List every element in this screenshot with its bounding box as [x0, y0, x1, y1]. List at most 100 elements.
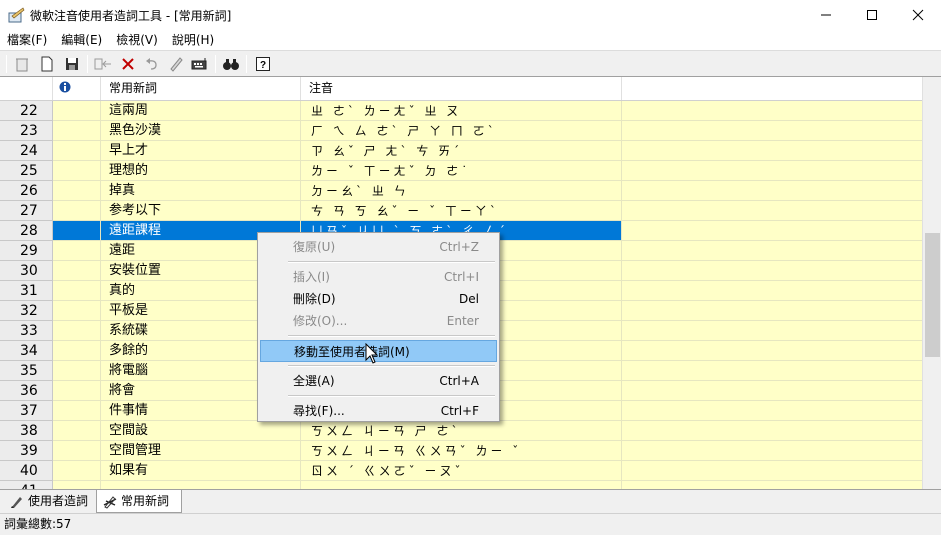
- find-icon[interactable]: [221, 54, 241, 74]
- table-row[interactable]: 41: [0, 481, 922, 489]
- row-number[interactable]: 38: [0, 421, 53, 441]
- row-number[interactable]: 35: [0, 361, 53, 381]
- row-empty-cell: [622, 241, 922, 261]
- table-row[interactable]: 38 空間設 ㄎㄨㄥ ㄐㄧㄢ ㄕ ㄜˋ: [0, 421, 922, 441]
- menu-file[interactable]: 檔案(F): [0, 30, 54, 50]
- menu-help[interactable]: 說明(H): [165, 30, 221, 50]
- row-number[interactable]: 39: [0, 441, 53, 461]
- row-number[interactable]: 33: [0, 321, 53, 341]
- row-number[interactable]: 34: [0, 341, 53, 361]
- table-row[interactable]: 23 黑色沙漠ㄏ ㄟ ㄙ ㄜˋ ㄕ ㄚ ㄇ ㄛˋ: [0, 121, 922, 141]
- menu-edit[interactable]: 編輯(E): [54, 30, 109, 50]
- row-info-cell: [53, 241, 101, 261]
- row-word-cell[interactable]: 理想的: [101, 161, 301, 181]
- row-info-cell: [53, 301, 101, 321]
- menu-item-label: 復原(U): [293, 240, 336, 254]
- row-number[interactable]: 25: [0, 161, 53, 181]
- row-word-cell[interactable]: 空間管理: [101, 441, 301, 461]
- table-row[interactable]: 39 空間管理 ㄎㄨㄥ ㄐㄧㄢ ㄍㄨㄢˇ ㄌㄧ ˇ: [0, 441, 922, 461]
- scrollbar-thumb[interactable]: [925, 233, 940, 357]
- row-number[interactable]: 23: [0, 121, 53, 141]
- row-zhuyin-cell[interactable]: ㄎㄨㄥ ㄐㄧㄢ ㄍㄨㄢˇ ㄌㄧ ˇ: [301, 441, 622, 461]
- tab-common-words[interactable]: 常用新詞: [96, 490, 182, 513]
- row-zhuyin-cell[interactable]: ㄓ ㄜˋ ㄌㄧㄤˇ ㄓ ㄡ: [301, 101, 622, 121]
- header-info[interactable]: [53, 77, 101, 100]
- maximize-button[interactable]: [849, 0, 895, 30]
- row-zhuyin-cell[interactable]: ㄉㄧㄠˋ ㄓ ㄣ: [301, 181, 622, 201]
- row-empty-cell: [622, 161, 922, 181]
- row-number[interactable]: 27: [0, 201, 53, 221]
- menu-item-shortcut: Ctrl+Z: [439, 240, 479, 254]
- context-menu-item[interactable]: 尋找(F)... Ctrl+F: [260, 400, 497, 422]
- context-menu-item[interactable]: 修改(O)... Enter: [260, 310, 497, 332]
- help-icon[interactable]: ?: [253, 54, 273, 74]
- header-zhuyin[interactable]: 注音: [301, 77, 622, 100]
- menu-item-shortcut: Enter: [446, 314, 479, 328]
- row-word-cell[interactable]: 黑色沙漠: [101, 121, 301, 141]
- title-bar: 微軟注音使用者造詞工具 - [常用新詞]: [0, 0, 941, 30]
- row-word-cell[interactable]: 参考以下: [101, 201, 301, 221]
- delete-doc-icon[interactable]: [12, 54, 32, 74]
- table-row[interactable]: 40 如果有 ㄖㄨ ˊ ㄍㄨㄛˇ ㄧㄡˇ: [0, 461, 922, 481]
- row-number[interactable]: 24: [0, 141, 53, 161]
- table-row[interactable]: 25 理想的 ㄌㄧ ˇ ㄒㄧㄤˇ ㄉ ㄜ˙: [0, 161, 922, 181]
- row-number[interactable]: 26: [0, 181, 53, 201]
- row-number[interactable]: 31: [0, 281, 53, 301]
- row-number[interactable]: 41: [0, 481, 53, 489]
- row-number[interactable]: 37: [0, 401, 53, 421]
- vertical-scrollbar[interactable]: [922, 77, 941, 489]
- row-word-cell[interactable]: [101, 481, 301, 489]
- row-word-cell[interactable]: 這兩周: [101, 101, 301, 121]
- menu-bar: 檔案(F) 編輯(E) 檢視(V) 說明(H): [0, 30, 941, 50]
- row-word-cell[interactable]: 掉真: [101, 181, 301, 201]
- minimize-button[interactable]: [803, 0, 849, 30]
- row-word-cell[interactable]: 如果有: [101, 461, 301, 481]
- table-row[interactable]: 26 掉真 ㄉㄧㄠˋ ㄓ ㄣ: [0, 181, 922, 201]
- context-menu-item[interactable]: 全選(A) Ctrl+A: [260, 370, 497, 392]
- save-icon[interactable]: [62, 54, 82, 74]
- row-empty-cell: [622, 381, 922, 401]
- row-number[interactable]: 32: [0, 301, 53, 321]
- row-word-cell[interactable]: 早上才: [101, 141, 301, 161]
- row-zhuyin-cell[interactable]: ㄘ ㄢ ㄎ ㄠˇ ㄧ ˇ ㄒㄧㄚˋ: [301, 201, 622, 221]
- tab-user-words[interactable]: 使用者造詞: [4, 490, 94, 512]
- row-empty-cell: [622, 201, 922, 221]
- row-info-cell: [53, 281, 101, 301]
- row-number[interactable]: 40: [0, 461, 53, 481]
- row-number[interactable]: 28: [0, 221, 53, 241]
- row-zhuyin-cell[interactable]: ㄗ ㄠˇ ㄕ ㄤˋ ㄘ ㄞˊ: [301, 141, 622, 161]
- keyboard-icon[interactable]: [190, 54, 210, 74]
- grid-header: 常用新詞 注音: [0, 77, 922, 101]
- row-number[interactable]: 36: [0, 381, 53, 401]
- menu-view[interactable]: 檢視(V): [109, 30, 165, 50]
- row-zhuyin-cell[interactable]: ㄌㄧ ˇ ㄒㄧㄤˇ ㄉ ㄜ˙: [301, 161, 622, 181]
- row-info-cell: [53, 261, 101, 281]
- import-icon[interactable]: [93, 54, 113, 74]
- context-menu-item[interactable]: 刪除(D) Del: [260, 288, 497, 310]
- row-number[interactable]: 29: [0, 241, 53, 261]
- table-row[interactable]: 27 参考以下ㄘ ㄢ ㄎ ㄠˇ ㄧ ˇ ㄒㄧㄚˋ: [0, 201, 922, 221]
- row-number[interactable]: 30: [0, 261, 53, 281]
- row-zhuyin-cell[interactable]: ㄖㄨ ˊ ㄍㄨㄛˇ ㄧㄡˇ: [301, 461, 622, 481]
- row-zhuyin-cell[interactable]: [301, 481, 622, 489]
- menu-item-shortcut: Ctrl+I: [444, 270, 479, 284]
- table-row[interactable]: 22 這兩周ㄓ ㄜˋ ㄌㄧㄤˇ ㄓ ㄡ: [0, 101, 922, 121]
- row-empty-cell: [622, 361, 922, 381]
- status-bar: 詞彙總數:57: [0, 513, 941, 535]
- new-doc-icon[interactable]: [37, 54, 57, 74]
- row-empty-cell: [622, 461, 922, 481]
- undo-icon[interactable]: [142, 54, 162, 74]
- row-info-cell: [53, 161, 101, 181]
- table-row[interactable]: 24 早上才ㄗ ㄠˇ ㄕ ㄤˋ ㄘ ㄞˊ: [0, 141, 922, 161]
- toolbar-grip: [6, 55, 7, 73]
- context-menu-item[interactable]: 插入(I) Ctrl+I: [260, 266, 497, 288]
- row-zhuyin-cell[interactable]: ㄏ ㄟ ㄙ ㄜˋ ㄕ ㄚ ㄇ ㄛˋ: [301, 121, 622, 141]
- row-word-cell[interactable]: 空間設: [101, 421, 301, 441]
- close-button[interactable]: [895, 0, 941, 30]
- delete-icon[interactable]: [118, 54, 138, 74]
- row-zhuyin-cell[interactable]: ㄎㄨㄥ ㄐㄧㄢ ㄕ ㄜˋ: [301, 421, 622, 441]
- header-word[interactable]: 常用新詞: [101, 77, 301, 100]
- row-number[interactable]: 22: [0, 101, 53, 121]
- context-menu-item[interactable]: 復原(U) Ctrl+Z: [260, 236, 497, 258]
- edit-icon[interactable]: [166, 54, 186, 74]
